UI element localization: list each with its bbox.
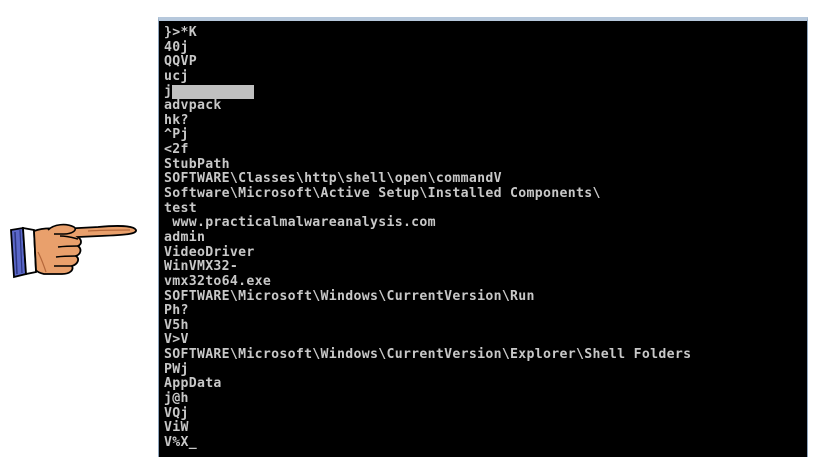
console-line: VQj [164, 405, 189, 421]
console-line: V5h [164, 317, 189, 333]
console-line: V%X_ [164, 434, 197, 450]
console-line: hk? [164, 112, 189, 128]
console-line-text: j [164, 83, 173, 99]
console-line: <2f [164, 142, 189, 158]
console-line: SOFTWARE\Microsoft\Windows\CurrentVersio… [164, 347, 692, 363]
console-line: ^Pj [164, 127, 189, 143]
console-window: }>*K 40j QQVP ucj j advpack hk? ^Pj <2f StubPath S… [158, 17, 808, 457]
screenshot-stage: }>*K 40j QQVP ucj j advpack hk? ^Pj <2f StubPath S… [0, 0, 820, 467]
console-line: admin [164, 229, 206, 245]
console-line: j [164, 83, 691, 100]
console-line: VideoDriver [164, 244, 255, 260]
console-line: Software\Microsoft\Active Setup\Installe… [164, 186, 601, 202]
console-line: SOFTWARE\Microsoft\Windows\CurrentVersio… [164, 288, 535, 304]
console-line: Ph? [164, 303, 189, 319]
console-line: j@h [164, 391, 189, 407]
console-line: vmx32to64.exe [164, 273, 272, 289]
console-line: QQVP [164, 54, 197, 70]
console-line: AppData [164, 376, 222, 392]
pointing-hand-icon [10, 223, 137, 279]
console-line: www.practicalmalwareanalysis.com [164, 215, 436, 231]
console-line: }>*K [164, 25, 197, 40]
console-output: }>*K 40j QQVP ucj j advpack hk? ^Pj <2f StubPath S… [164, 25, 692, 451]
console-line: WinVMX32- [164, 259, 239, 275]
console-line: 40j [164, 39, 189, 55]
console-line: ViW [164, 420, 189, 436]
console-line: advpack [164, 98, 222, 114]
text-selection-highlight[interactable] [172, 84, 255, 99]
console-line: SOFTWARE\Classes\http\shell\open\command… [164, 171, 502, 187]
console-line: ucj [164, 68, 189, 84]
console-line: PWj [164, 361, 189, 377]
console-line: V>V [164, 332, 189, 348]
console-line: StubPath [164, 156, 230, 172]
